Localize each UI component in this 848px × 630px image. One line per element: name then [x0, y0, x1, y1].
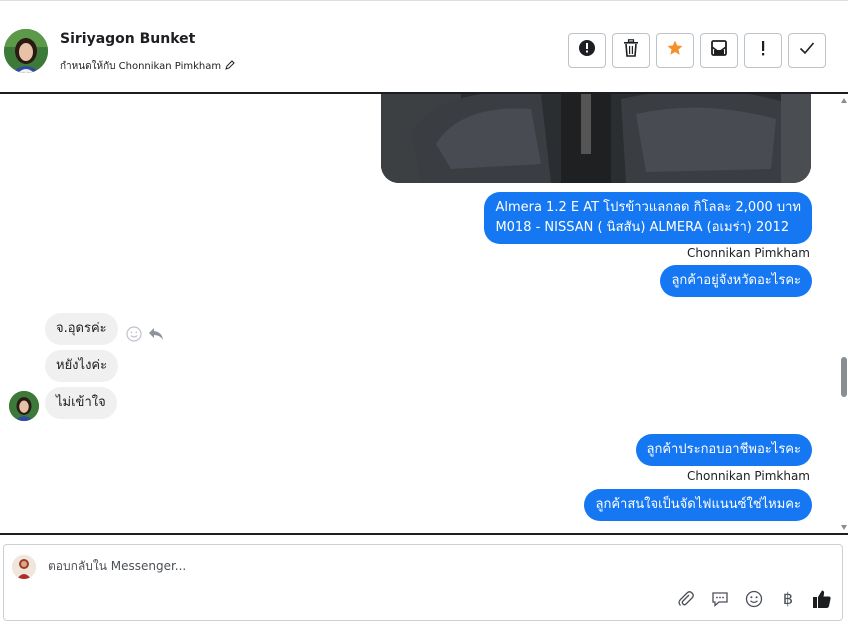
mark-unread-button[interactable]	[700, 33, 738, 68]
mark-unread-icon	[710, 39, 728, 62]
scroll-down-arrow-icon[interactable]	[841, 525, 847, 530]
contact-name[interactable]: Siriyagon Bunket	[60, 31, 195, 47]
message-actions	[126, 326, 164, 347]
like-icon[interactable]	[812, 589, 832, 609]
baht-icon[interactable]: ฿	[778, 589, 798, 609]
pencil-icon[interactable]	[225, 60, 235, 73]
star-icon	[666, 39, 684, 62]
spam-button[interactable]	[568, 33, 606, 68]
delete-button[interactable]	[612, 33, 650, 68]
follow-up-button[interactable]	[744, 33, 782, 68]
scroll-thumb[interactable]	[841, 357, 847, 397]
outgoing-message[interactable]: ลูกค้าประกอบอาชีพอะไรคะ	[635, 434, 812, 466]
message-thread[interactable]: Almera 1.2 E AT โปรข้าวแลกลด กิโลละ 2,00…	[0, 94, 848, 534]
outgoing-message[interactable]: ลูกค้าสนใจเป็นจัดไฟแนนซ์ใช่ไหมคะ	[584, 489, 812, 521]
scroll-up-arrow-icon[interactable]	[841, 98, 847, 103]
trash-icon	[623, 39, 639, 62]
composer-tools: ฿	[676, 589, 832, 609]
contact-avatar[interactable]	[4, 29, 48, 73]
assigned-label: กำหนดให้กับ Chonnikan Pimkham	[60, 61, 222, 72]
incoming-message[interactable]: จ.อุดรค่ะ	[45, 313, 118, 345]
thread-scrollbar[interactable]	[840, 94, 848, 534]
message-line: Almera 1.2 E AT โปรข้าวแลกลด กิโลละ 2,00…	[495, 200, 801, 215]
sender-name: Chonnikan Pimkham	[687, 246, 810, 260]
car-interior-photo[interactable]	[381, 94, 811, 183]
sender-name: Chonnikan Pimkham	[687, 469, 810, 483]
incoming-message[interactable]: ไม่เข้าใจ	[45, 387, 117, 419]
assigned-to[interactable]: กำหนดให้กับ Chonnikan Pimkham	[60, 59, 235, 74]
attachment-icon[interactable]	[676, 589, 696, 609]
incoming-message[interactable]: หยังไงค่ะ	[45, 350, 119, 382]
check-icon	[799, 41, 815, 60]
saved-reply-icon[interactable]	[710, 589, 730, 609]
message-line: M018 - NISSAN ( นิสสัน) ALMERA (อเมร่า) …	[495, 220, 790, 235]
conversation-toolbar	[568, 33, 826, 68]
alert-circle-icon	[578, 39, 596, 62]
emoji-icon[interactable]	[744, 589, 764, 609]
outgoing-message[interactable]: ลูกค้าอยู่จังหวัดอะไรคะ	[660, 265, 812, 297]
done-button[interactable]	[788, 33, 826, 68]
outgoing-message[interactable]: Almera 1.2 E AT โปรข้าวแลกลด กิโลละ 2,00…	[484, 192, 812, 244]
reply-composer: ฿	[3, 544, 843, 621]
exclamation-icon	[760, 39, 766, 62]
agent-avatar	[12, 555, 36, 579]
star-button[interactable]	[656, 33, 694, 68]
reply-arrow-icon[interactable]	[148, 327, 164, 346]
contact-avatar-small	[9, 391, 39, 421]
conversation-header: Siriyagon Bunket กำหนดให้กับ Chonnikan P…	[0, 0, 848, 94]
react-emoji-icon[interactable]	[126, 326, 142, 347]
thread-divider	[0, 533, 848, 535]
reply-input[interactable]	[48, 559, 748, 573]
